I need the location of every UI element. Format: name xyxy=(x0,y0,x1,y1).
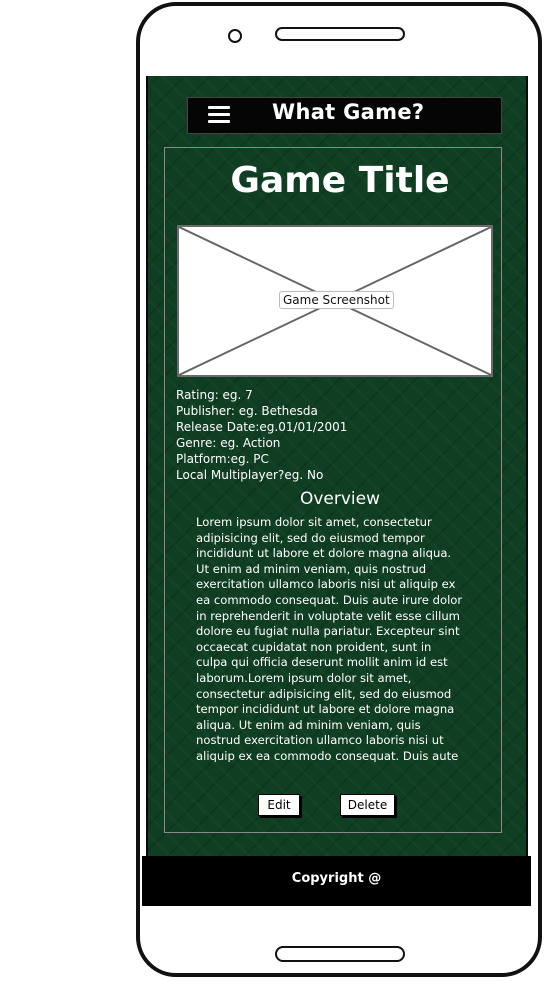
overview-heading: Overview xyxy=(299,489,381,509)
detail-genre: Genre: eg. Action xyxy=(176,436,281,450)
speaker-grille xyxy=(275,27,405,41)
copyright-text: Copyright @ xyxy=(291,871,382,886)
footer: Copyright @ xyxy=(142,856,531,906)
detail-platform: Platform:eg. PC xyxy=(176,452,269,466)
overview-text: Lorem ipsum dolor sit amet, consectetur … xyxy=(196,515,463,762)
detail-publisher: Publisher: eg. Bethesda xyxy=(176,404,318,418)
camera-icon xyxy=(228,29,242,43)
home-button[interactable] xyxy=(275,946,405,962)
delete-button[interactable]: Delete xyxy=(340,794,395,816)
detail-rating: Rating: eg. 7 xyxy=(176,388,253,402)
edit-button[interactable]: Edit xyxy=(258,794,300,816)
detail-local-multiplayer: Local Multiplayer?eg. No xyxy=(176,468,324,482)
detail-release-date: Release Date:eg.01/01/2001 xyxy=(176,420,348,434)
game-screenshot-placeholder: Game Screenshot xyxy=(177,225,493,377)
app-title: What Game? xyxy=(272,100,425,124)
hamburger-menu-icon[interactable] xyxy=(208,106,230,124)
screenshot-label: Game Screenshot xyxy=(279,291,394,309)
game-details: Rating: eg. 7 Publisher: eg. Bethesda Re… xyxy=(176,387,347,483)
game-title: Game Title xyxy=(230,160,450,201)
top-bar: What Game? xyxy=(187,97,502,134)
